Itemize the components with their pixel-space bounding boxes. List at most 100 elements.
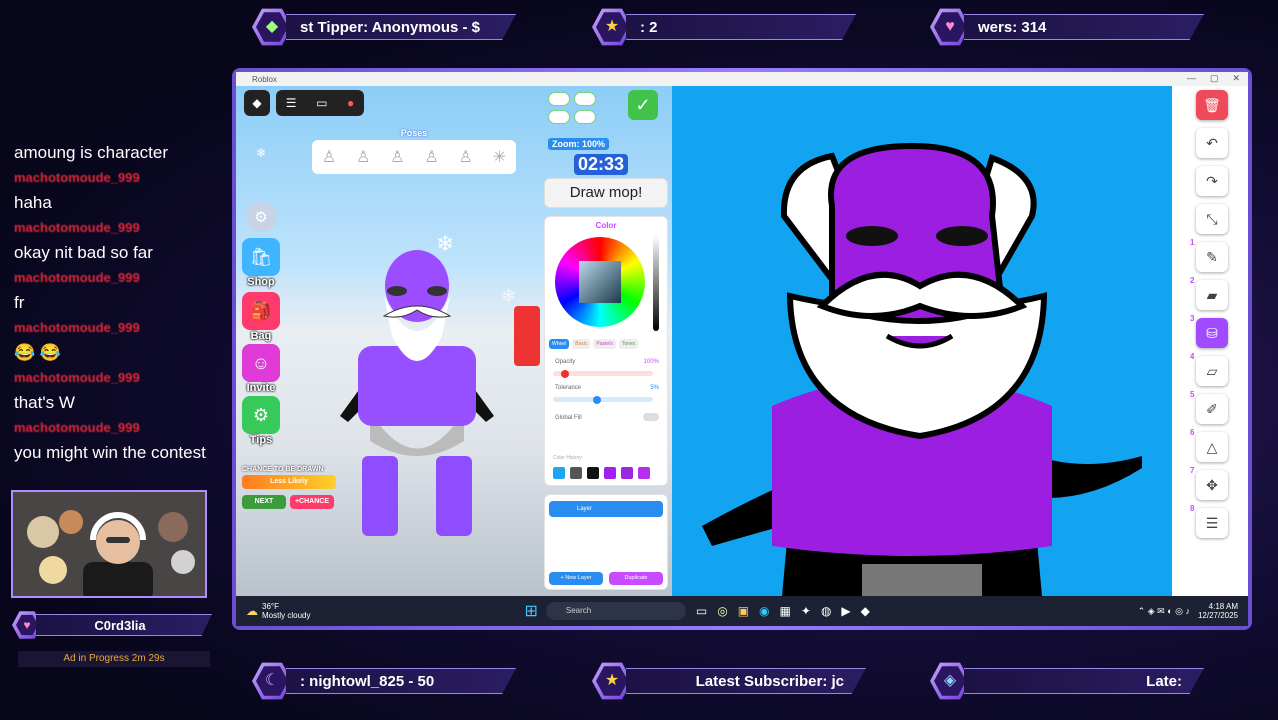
tool-hotkey: 1 [1190,238,1195,247]
pose-2-icon[interactable]: ♙ [356,147,370,167]
tab-pastels[interactable]: Pastels [593,339,616,349]
mop-drawing [702,142,1142,596]
player-avatar [340,250,494,536]
move-icon[interactable]: ✥ 7 [1190,466,1228,500]
pose-3-icon[interactable]: ♙ [390,147,404,167]
pose-6-icon[interactable]: ✳ [493,147,506,167]
round-timer: 02:33 [574,154,629,175]
layer-label: Layer [577,506,593,512]
explorer-icon[interactable]: ▣ [738,604,749,618]
chance-title: CHANCE TO BE DRAWN [242,466,324,473]
history-swatch[interactable] [604,467,616,479]
chat-icon[interactable]: ▭ [316,96,327,110]
pencil-icon[interactable]: ✎ 1 [1190,238,1228,272]
bucket-icon[interactable]: ⛁ 3 [1190,314,1228,348]
minimize-icon[interactable]: — [1187,73,1196,84]
ruler-icon[interactable]: ▱ 4 [1190,352,1228,386]
picker-icon[interactable]: ✐ 5 [1190,390,1228,424]
drawing-canvas[interactable] [672,86,1172,596]
pose-4-icon[interactable]: ♙ [424,147,438,167]
window-titlebar: Roblox — ▢ ✕ [236,72,1248,86]
trash-icon[interactable]: 🗑 [1196,90,1228,120]
pose-5-icon[interactable]: ♙ [459,147,473,167]
media-icon[interactable]: ▶ [841,604,850,618]
start-icon[interactable]: ⊞ [524,601,537,621]
eraser-icon[interactable]: ▰ 2 [1190,276,1228,310]
tolerance-label: Tolerance [555,385,582,391]
roblox-logo-icon[interactable]: ◆ [244,90,270,116]
zoom-out-icon[interactable] [574,92,596,106]
chat-message: haha [14,193,52,212]
zoom-reset-icon[interactable] [574,110,596,124]
color-panel: Color Wheel Basic Pastels Tones Opacity … [544,216,668,486]
next-button[interactable]: NEXT [242,495,286,509]
tab-basic[interactable]: Basic [572,339,591,349]
shapes-icon[interactable]: △ 6 [1190,428,1228,462]
layers-icon[interactable]: ☰ 8 [1190,504,1228,538]
taskview-icon[interactable]: ▭ [696,604,707,618]
global-fill-toggle[interactable] [643,413,659,421]
layer-row[interactable]: Layer [549,501,663,517]
store-icon[interactable]: ▦ [780,604,791,618]
weather-widget[interactable]: ☁ 36°F Mostly cloudy [246,602,310,620]
chat-username: machotomoude_999 [14,270,140,285]
history-swatch[interactable] [621,467,633,479]
close-icon[interactable]: ✕ [1232,73,1240,84]
ad-status: Ad in Progress 2m 29s [18,651,210,667]
brightness-slider[interactable] [653,235,659,331]
zoom-in-icon[interactable] [548,92,570,106]
undo-icon[interactable]: ↶ [1196,128,1228,158]
new-layer-button[interactable]: + New Layer [549,572,603,585]
tool-hotkey: 4 [1190,352,1195,361]
streamer-nameplate: ♥ C0rd3lia [12,610,212,640]
mic-icon[interactable]: ● [347,96,354,110]
submit-check-icon[interactable]: ✓ [628,90,658,120]
zoom-fit-icon[interactable] [548,110,570,124]
redo-icon[interactable]: ↷ [1196,166,1228,196]
tray-icons[interactable]: ⌃ ◈ ✉ ◐ ◎ ♪ [1138,606,1190,617]
shrink-icon[interactable]: ⤡ [1196,204,1228,234]
history-swatch[interactable] [638,467,650,479]
chance-button[interactable]: +CHANCE [290,495,334,509]
bag-icon[interactable]: 🎒 [242,292,280,330]
shop-icon[interactable]: 🛍 [242,238,280,276]
color-wheel[interactable] [555,237,645,327]
settings-icon[interactable]: ⚙ [246,202,276,232]
tool-glyph: ▱ [1206,362,1218,379]
global-fill-label: Global Fill [555,415,582,421]
maximize-icon[interactable]: ▢ [1210,73,1219,84]
widgets-icon[interactable]: ◎ [717,604,727,618]
pose-1-icon[interactable]: ♙ [322,147,336,167]
poses-label: Poses [400,128,428,138]
tolerance-slider[interactable] [553,396,653,404]
history-swatch[interactable] [553,467,565,479]
ticker-top-followers: ♥ wers: 314 [930,8,1204,46]
edge-icon[interactable]: ◉ [759,604,769,618]
ticker-text: Latest Subscriber: jc [626,668,866,694]
tips-icon[interactable]: ⚙ [242,396,280,434]
obs-icon[interactable]: ◍ [821,604,831,618]
menu-icon[interactable]: ☰ [286,96,297,110]
tool-glyph: ✎ [1206,248,1218,265]
taskbar-search[interactable]: Search [545,602,686,620]
tool-hotkey: 7 [1190,466,1195,475]
tolerance-value: 5% [650,385,659,391]
invite-icon[interactable]: ☺ [242,344,280,382]
chat-username: machotomoude_999 [14,370,140,385]
duplicate-layer-button[interactable]: Duplicate [609,572,663,585]
steam-icon[interactable]: ✦ [801,604,811,618]
tab-wheel[interactable]: Wheel [549,339,570,349]
roblox-taskbar-icon[interactable]: ◆ [861,604,870,618]
opacity-slider[interactable] [553,370,653,378]
poses-panel: Poses ♙ ♙ ♙ ♙ ♙ ✳ [312,128,516,176]
tool-glyph: ✐ [1206,400,1218,417]
shop-label: Shop [247,276,275,288]
ticker-top-tipper: ◆ st Tipper: Anonymous - $ [252,8,516,46]
history-swatch[interactable] [570,467,582,479]
color-tabs: Wheel Basic Pastels Tones [549,339,639,349]
tab-tones[interactable]: Tones [618,339,639,349]
clock-date: 12/27/2025 [1197,611,1238,620]
history-swatch[interactable] [587,467,599,479]
chat-panel: amoung is character machotomoude_999 hah… [14,140,214,465]
tool-hotkey: 3 [1190,314,1195,323]
